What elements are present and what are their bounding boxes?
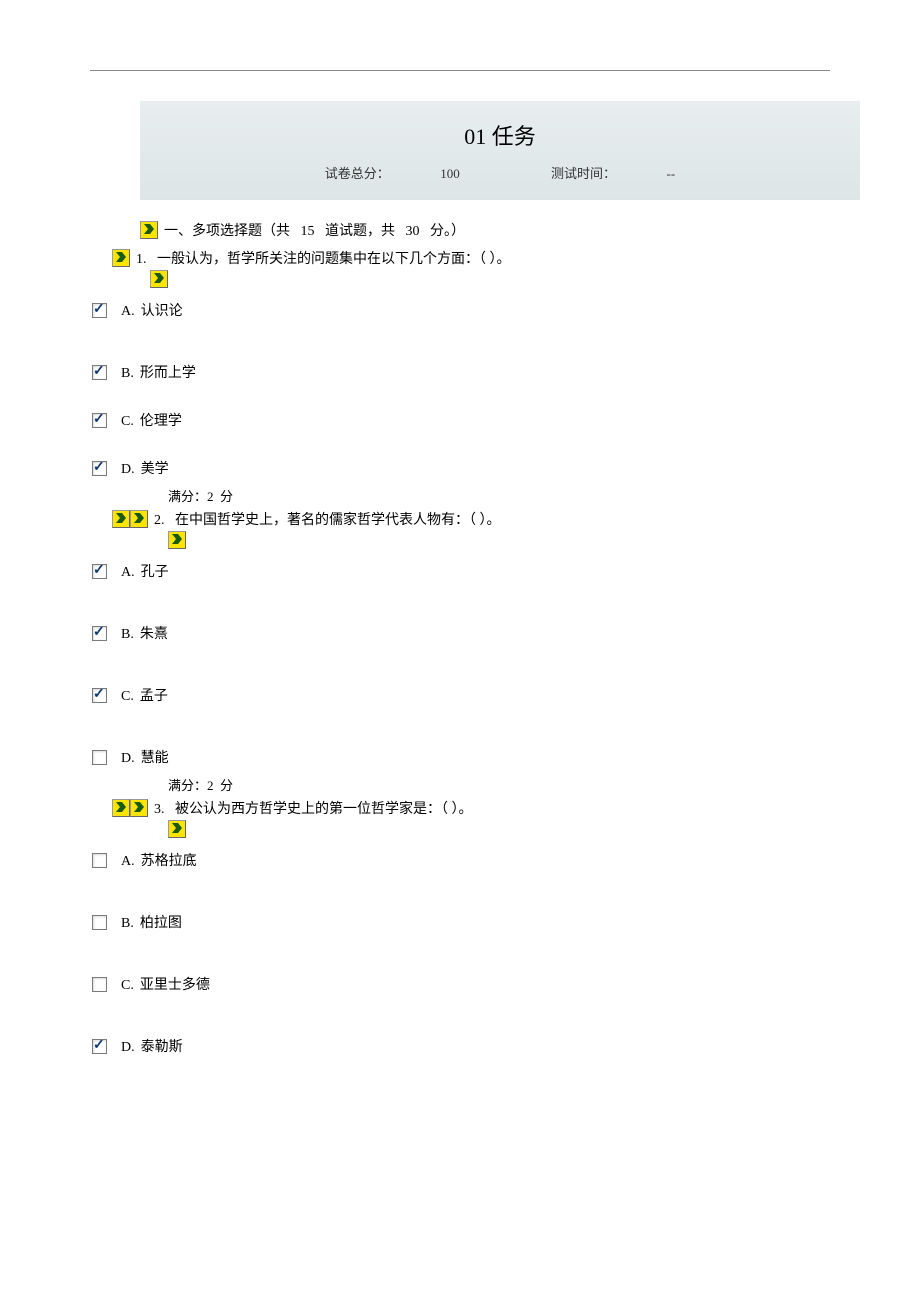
option-row: D.泰勒斯 <box>90 1036 830 1056</box>
score-label: 试卷总分： 100 <box>303 166 482 181</box>
checkbox[interactable] <box>92 461 107 476</box>
arrow-icon <box>150 270 168 288</box>
checkbox[interactable] <box>92 853 107 868</box>
arrow-icon <box>168 531 186 549</box>
option-label: A.认识论 <box>121 300 183 320</box>
checkbox[interactable] <box>92 626 107 641</box>
checkbox[interactable] <box>92 303 107 318</box>
option-label: C.孟子 <box>121 685 168 705</box>
option-row: A.孔子 <box>90 561 830 581</box>
option-label: D.慧能 <box>121 747 169 767</box>
option-row: C.亚里士多德 <box>90 974 830 994</box>
option-row: A.苏格拉底 <box>90 850 830 870</box>
option-row: B.柏拉图 <box>90 912 830 932</box>
question-text: 2. 在中国哲学史上，著名的儒家哲学代表人物有：（ ）。 <box>154 509 501 529</box>
question-text: 3. 被公认为西方哲学史上的第一位哲学家是：（ ）。 <box>154 798 473 818</box>
arrow-icon <box>130 510 148 528</box>
question-header-2: 2. 在中国哲学史上，著名的儒家哲学代表人物有：（ ）。 <box>112 509 830 529</box>
checkbox[interactable] <box>92 1039 107 1054</box>
section-text: 一、多项选择题（共 15 道试题，共 30 分。） <box>164 220 465 240</box>
arrow-icon <box>140 221 158 239</box>
option-label: D.泰勒斯 <box>121 1036 183 1056</box>
icon-row <box>168 820 830 838</box>
arrow-icon <box>130 799 148 817</box>
section-header: 一、多项选择题（共 15 道试题，共 30 分。） <box>140 220 830 240</box>
checkbox[interactable] <box>92 564 107 579</box>
checkbox[interactable] <box>92 915 107 930</box>
option-row: C.伦理学 <box>90 410 830 430</box>
option-label: B.朱熹 <box>121 623 168 643</box>
arrow-icon <box>112 249 130 267</box>
page-container: 01 任务 试卷总分： 100 测试时间： -- 一、多项选择题（共 15 道试… <box>0 0 920 1086</box>
arrow-icon <box>168 820 186 838</box>
time-label: 测试时间： -- <box>529 166 697 181</box>
checkbox[interactable] <box>92 977 107 992</box>
option-label: A.苏格拉底 <box>121 850 197 870</box>
question-header-1: 1. 一般认为，哲学所关注的问题集中在以下几个方面：（ ）。 <box>112 248 830 268</box>
checkbox[interactable] <box>92 688 107 703</box>
option-row: A.认识论 <box>90 300 830 320</box>
option-label: B.柏拉图 <box>121 912 182 932</box>
icon-row <box>168 531 830 549</box>
option-label: C.亚里士多德 <box>121 974 210 994</box>
option-row: D.慧能 <box>90 747 830 767</box>
option-row: C.孟子 <box>90 685 830 705</box>
checkbox[interactable] <box>92 365 107 380</box>
question-text: 1. 一般认为，哲学所关注的问题集中在以下几个方面：（ ）。 <box>136 248 511 268</box>
icon-row <box>150 270 830 288</box>
checkbox[interactable] <box>92 750 107 765</box>
top-divider <box>90 70 830 71</box>
option-row: D.美学 <box>90 458 830 478</box>
score-line: 满分：2 分 <box>168 775 830 794</box>
option-label: B.形而上学 <box>121 362 196 382</box>
page-title: 01 任务 <box>140 119 860 151</box>
header-box: 01 任务 试卷总分： 100 测试时间： -- <box>140 101 860 200</box>
option-label: D.美学 <box>121 458 169 478</box>
option-label: C.伦理学 <box>121 410 182 430</box>
checkbox[interactable] <box>92 413 107 428</box>
arrow-icon <box>112 799 130 817</box>
option-row: B.形而上学 <box>90 362 830 382</box>
header-sub: 试卷总分： 100 测试时间： -- <box>140 163 860 182</box>
question-header-3: 3. 被公认为西方哲学史上的第一位哲学家是：（ ）。 <box>112 798 830 818</box>
option-label: A.孔子 <box>121 561 169 581</box>
arrow-icon <box>112 510 130 528</box>
option-row: B.朱熹 <box>90 623 830 643</box>
score-line: 满分：2 分 <box>168 486 830 505</box>
